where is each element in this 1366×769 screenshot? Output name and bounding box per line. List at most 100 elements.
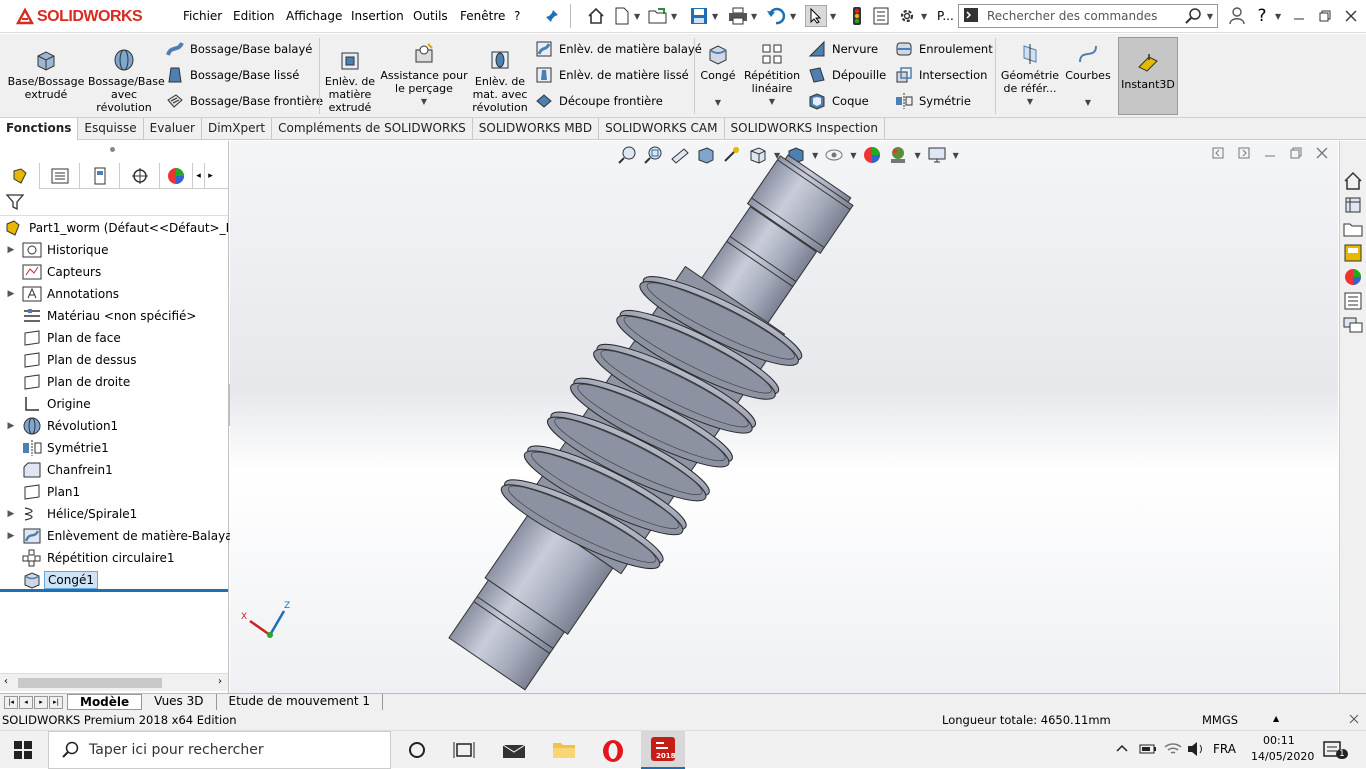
property-manager-tab-icon[interactable] [40,163,80,188]
help-icon[interactable]: ? [1251,5,1273,27]
expand-arrow-icon[interactable]: ▶ [0,421,22,431]
volume-icon[interactable] [1187,741,1205,757]
taskbar-search-box[interactable]: Taper ici pour rechercher [48,731,391,769]
tab-dimxpert[interactable]: DimXpert [202,118,273,140]
tab-evaluer[interactable]: Evaluer [144,118,202,140]
expand-arrow-icon[interactable]: ▶ [0,289,22,299]
chevron-down-icon[interactable]: ▼ [1000,95,1060,108]
lofted-boss-button[interactable]: Bossage/Base lissé [166,65,299,85]
minimize-icon[interactable] [1288,5,1310,27]
intersect-button[interactable]: Intersection [895,65,987,85]
restore-icon[interactable] [1314,5,1336,27]
tree-item-annotations[interactable]: ▶ Annotations [0,283,228,305]
close-icon[interactable] [1340,5,1362,27]
view-palette-icon[interactable] [1343,243,1363,263]
user-icon[interactable] [1226,5,1248,27]
tree-item-plan-de-droite[interactable]: Plan de droite [0,371,228,393]
tree-item-plan-de-face[interactable]: Plan de face [0,327,228,349]
command-search[interactable]: Rechercher des commandes ▼ [958,4,1218,28]
swept-boss-button[interactable]: Bossage/Base balayé [166,39,312,59]
clock-time[interactable]: 00:11 [1263,734,1295,747]
graphics-area[interactable]: ▼ ▼ ▼ ▼ ▼ X Z [230,141,1338,693]
home-icon[interactable] [585,5,607,27]
tree-item-enl-vement-de-mati-re-balayage1[interactable]: ▶ Enlèvement de matière-Balayage1 [0,525,255,547]
tree-item-h-lice-spirale1[interactable]: ▶ Hélice/Spirale1 [0,503,228,525]
tree-item-plan1[interactable]: Plan1 [0,481,228,503]
tab-esquisse[interactable]: Esquisse [78,118,144,140]
wrap-button[interactable]: Enroulement [895,39,993,59]
chevron-down-icon[interactable]: ▼ [1062,96,1114,109]
language-indicator[interactable]: FRA [1213,742,1236,756]
swept-cut-button[interactable]: Enlèv. de matière balayé [535,39,702,59]
dimxpert-manager-tab-icon[interactable] [120,163,160,188]
fillet-button[interactable]: Congé ▼ [698,42,738,109]
tree-item-r-p-tition-circulaire1[interactable]: Répétition circulaire1 [0,547,228,569]
scroll-right-icon[interactable]: › [218,676,222,687]
tab-solidworks-mbd[interactable]: SOLIDWORKS MBD [473,118,600,140]
search-input[interactable]: Rechercher des commandes [987,9,1185,23]
save-icon[interactable] [688,5,710,27]
chevron-down-icon[interactable]: ▼ [634,12,640,21]
cortana-icon[interactable] [407,740,427,760]
reference-geometry-button[interactable]: Géométrie de référ... ▼ [1000,42,1060,108]
tree-item-plan-de-dessus[interactable]: Plan de dessus [0,349,228,371]
tab-3d-views[interactable]: Vues 3D [142,694,217,710]
tray-overflow-icon[interactable] [1115,741,1129,755]
menu-fichier[interactable]: Fichier [183,9,222,23]
revolved-cut-button[interactable]: Enlèv. de mat. avec révolution [472,48,528,114]
tab-solidworks-cam[interactable]: SOLIDWORKS CAM [599,118,725,140]
panel-grip[interactable] [110,147,115,152]
instant3d-button[interactable]: Instant3D [1118,37,1178,115]
filter-icon[interactable] [6,193,24,211]
chevron-down-icon[interactable]: ▼ [671,12,677,21]
scroll-left-icon[interactable]: ‹ [4,676,8,687]
last-tab-icon[interactable]: ▸| [49,695,63,709]
tree-item-r-volution1[interactable]: ▶ Révolution1 [0,415,228,437]
unit-system-chevron-icon[interactable]: ▲ [1273,714,1279,723]
tree-item-chanfrein1[interactable]: Chanfrein1 [0,459,228,481]
mirror-button[interactable]: Symétrie [895,91,971,111]
solidworks-taskbar-button[interactable]: 2018 [641,731,685,769]
toolbar-more[interactable]: P... [937,9,954,23]
menu-outils[interactable]: Outils [413,9,448,23]
shell-button[interactable]: Coque [808,91,869,111]
solidworks-resources-icon[interactable] [1343,171,1363,191]
menu-fenetre[interactable]: Fenêtre [460,9,505,23]
chevron-down-icon[interactable]: ▼ [830,12,836,21]
chevron-down-icon[interactable]: ▼ [1207,12,1213,21]
file-explorer-taskbar-icon[interactable] [552,740,576,760]
menu-edition[interactable]: Edition [233,9,275,23]
tree-item-origine[interactable]: Origine [0,393,228,415]
tree-item-cong-1[interactable]: Congé1 [0,569,228,591]
tab-compl-ments-de-solidworks[interactable]: Compléments de SOLIDWORKS [272,118,473,140]
lofted-cut-button[interactable]: Enlèv. de matière lissé [535,65,689,85]
pin-icon[interactable] [541,5,563,27]
scrollbar-thumb[interactable] [18,678,162,688]
appearances-icon[interactable] [1343,267,1363,287]
battery-icon[interactable] [1139,743,1157,755]
chevron-down-icon[interactable]: ▼ [742,95,802,108]
tree-item-sym-trie1[interactable]: Symétrie1 [0,437,228,459]
extruded-cut-button[interactable]: Enlèv. de matière extrudé [324,48,376,114]
expand-arrow-icon[interactable]: ▶ [0,245,22,255]
unit-system[interactable]: MMGS [1202,713,1238,727]
task-view-icon[interactable] [453,740,475,760]
tab-solidworks-inspection[interactable]: SOLIDWORKS Inspection [725,118,885,140]
configuration-manager-tab-icon[interactable] [80,163,120,188]
rollback-bar[interactable] [0,589,228,592]
taskbar-search-placeholder[interactable]: Taper ici pour rechercher [89,742,264,758]
undo-icon[interactable] [765,5,787,27]
tab-scroll-right[interactable]: ▸ [204,163,216,188]
rib-button[interactable]: Nervure [808,39,878,59]
tab-scroll-left[interactable]: ◂ [192,163,204,188]
mail-icon[interactable] [502,740,526,760]
revolve-boss-button[interactable]: Bossage/Base avec révolution [88,48,165,114]
open-folder-icon[interactable] [647,5,669,27]
chevron-down-icon[interactable]: ▼ [790,12,796,21]
menu-affichage[interactable]: Affichage [286,9,342,23]
gear-icon[interactable] [896,5,918,27]
select-pointer-icon[interactable] [805,5,827,27]
extrude-boss-button[interactable]: Base/Bossage extrudé [6,48,86,101]
hole-wizard-button[interactable]: Assistance pour le perçage ▼ [380,42,468,108]
tree-root-part[interactable]: Part1_worm (Défaut<<Défaut>_Etat d [0,217,228,239]
